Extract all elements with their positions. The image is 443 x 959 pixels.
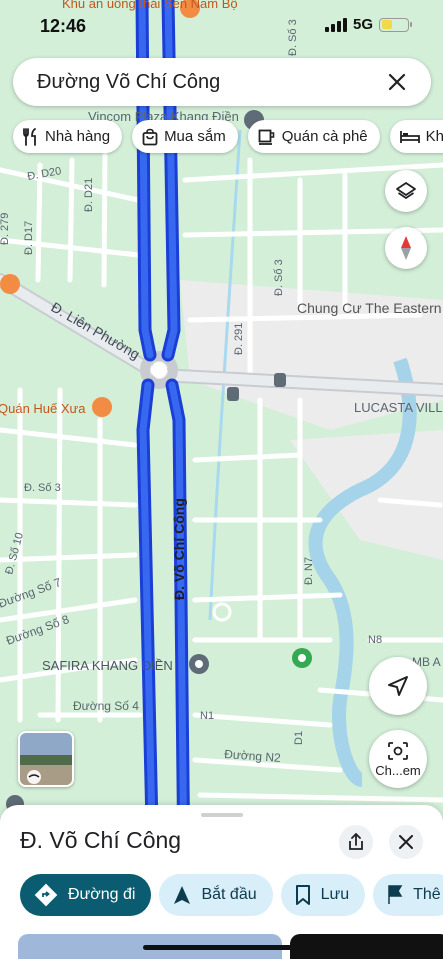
map-label-d1: D1	[293, 731, 305, 745]
add-label-label: Thê	[413, 886, 441, 903]
map-label-n8: N8	[368, 634, 382, 646]
chip-label: Nhà hàng	[45, 128, 111, 145]
map-label-lucasta: LUCASTA VILL	[354, 400, 443, 415]
signal-icon	[324, 17, 347, 32]
chip-restaurants[interactable]: Nhà hàng	[13, 120, 123, 153]
directions-button[interactable]: Đường đi	[20, 874, 152, 916]
search-bar[interactable]: Đường Võ Chí Công	[13, 58, 431, 106]
start-label: Bắt đầu	[201, 886, 257, 903]
bookmark-icon	[295, 885, 310, 905]
coffee-icon	[258, 129, 275, 145]
share-icon	[349, 833, 363, 850]
compass-icon	[401, 236, 411, 260]
add-label-button[interactable]: Thê	[373, 874, 443, 916]
lens-button[interactable]: Ch...em	[369, 730, 427, 788]
lens-label: Ch...em	[375, 762, 421, 778]
map-label-safira: SAFIRA KHANG ĐIỀN	[42, 658, 173, 673]
camera-lens-icon	[388, 741, 408, 760]
map-label-so3-left: Đ. Số 3	[24, 482, 61, 494]
battery-icon	[379, 17, 412, 32]
map-label-n7: Đ. N7	[303, 557, 315, 585]
chip-label: Quán cà phê	[281, 128, 368, 145]
navigation-icon	[174, 886, 191, 904]
shopping-bag-icon	[142, 128, 158, 145]
flag-icon	[388, 885, 403, 904]
layers-button[interactable]	[385, 170, 427, 212]
sheet-drag-handle[interactable]	[201, 813, 243, 817]
map-label-d279: Đ. 279	[0, 213, 11, 245]
chip-label: Mua sắm	[164, 128, 226, 145]
map-label-d21: Đ. D21	[83, 178, 95, 212]
map-label-so3-top: Đ. Số 3	[273, 259, 285, 296]
place-actions: Đường đi Bắt đầu Lưu Thê	[20, 874, 443, 916]
chip-hotels[interactable]: Khá	[389, 120, 443, 153]
map-label-chung-cu: Chung Cư The Eastern	[297, 300, 442, 316]
start-button[interactable]: Bắt đầu	[159, 874, 273, 916]
map-label-duong-so4: Đường Số 4	[73, 699, 139, 713]
chip-shopping[interactable]: Mua sắm	[132, 120, 238, 153]
status-time: 12:46	[40, 16, 87, 36]
street-view-thumbnail[interactable]	[18, 731, 74, 787]
save-button[interactable]: Lưu	[280, 874, 366, 916]
directions-label: Đường đi	[68, 886, 136, 903]
directions-icon	[34, 883, 58, 907]
status-bar: 12:46 5G	[0, 0, 443, 52]
hotel-bed-icon	[399, 130, 420, 143]
my-location-button[interactable]	[369, 657, 427, 715]
place-bottom-sheet[interactable]: Đ. Võ Chí Công Đường đi Bắt đầu Lưu Thê	[0, 805, 443, 959]
share-button[interactable]	[339, 825, 373, 859]
search-query[interactable]: Đường Võ Chí Công	[37, 71, 383, 94]
save-label: Lưu	[320, 886, 350, 903]
compass-button[interactable]	[385, 227, 427, 269]
my-location-icon	[388, 676, 408, 696]
map-label-d291: Đ. 291	[233, 323, 245, 355]
close-icon	[399, 835, 413, 849]
home-indicator[interactable]	[143, 945, 301, 950]
clear-search-button[interactable]	[383, 68, 411, 96]
place-title: Đ. Võ Chí Công	[20, 827, 182, 853]
map-label-n1: N1	[200, 710, 214, 722]
restaurant-icon	[23, 127, 36, 146]
network-label: 5G	[352, 16, 373, 33]
map-label-vo-chi-cong: Đ. Võ Chí Công	[171, 498, 187, 600]
chip-coffee[interactable]: Quán cà phê	[247, 120, 380, 153]
street-view-image	[20, 733, 72, 785]
maps-app: Khu ăn uống thái Sen Nam Bộ Vincom Plaza…	[0, 0, 443, 959]
chip-label: Khá	[425, 128, 443, 145]
status-indicators: 5G	[324, 16, 412, 33]
close-sheet-button[interactable]	[389, 825, 423, 859]
layers-icon	[396, 182, 416, 199]
map-label-quan-hue: Quán Huế Xưa	[0, 401, 86, 416]
close-icon	[388, 73, 406, 91]
category-chips: Nhà hàng Mua sắm Quán cà phê Khá	[13, 120, 443, 153]
map-label-d17: Đ. D17	[23, 221, 35, 255]
